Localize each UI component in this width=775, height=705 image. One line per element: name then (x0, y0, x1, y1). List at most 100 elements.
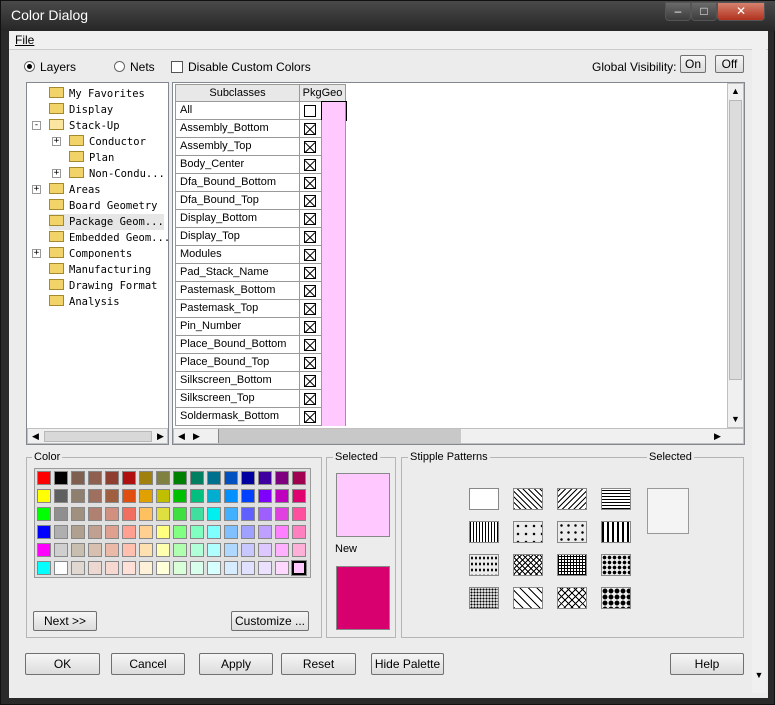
pkggeo-column-header[interactable]: PkgGeo (299, 84, 346, 102)
visibility-checkbox[interactable] (304, 141, 316, 153)
color-swatch[interactable] (122, 561, 136, 575)
color-swatch[interactable] (122, 543, 136, 557)
color-swatch[interactable] (54, 507, 68, 521)
subclass-name[interactable]: Display_Bottom (175, 210, 300, 228)
color-swatch[interactable] (258, 525, 272, 539)
color-cell[interactable] (322, 246, 346, 264)
scroll-right-icon[interactable]: ▶ (189, 429, 204, 444)
visibility-checkbox[interactable] (304, 213, 316, 225)
subclass-name[interactable]: Modules (175, 246, 300, 264)
color-swatch[interactable] (292, 489, 306, 503)
tree-expander-icon[interactable]: + (32, 185, 41, 194)
color-swatch[interactable] (190, 489, 204, 503)
tree-node[interactable]: Display (49, 102, 113, 118)
color-swatch[interactable] (88, 471, 102, 485)
scroll-down-icon[interactable]: ▼ (728, 412, 743, 427)
color-cell[interactable] (322, 138, 346, 156)
stipple-pattern-swatch[interactable] (601, 488, 631, 510)
color-swatch[interactable] (224, 543, 238, 557)
tree-node[interactable]: Areas (49, 182, 101, 198)
color-swatch[interactable] (37, 543, 51, 557)
color-swatch[interactable] (224, 561, 238, 575)
color-swatch[interactable] (88, 507, 102, 521)
cancel-button[interactable]: Cancel (111, 653, 185, 675)
next-palette-button[interactable]: Next >> (33, 611, 97, 631)
color-cell[interactable] (322, 156, 346, 174)
color-cell[interactable] (322, 408, 346, 426)
color-swatch[interactable] (292, 525, 306, 539)
color-swatch[interactable] (71, 525, 85, 539)
color-swatch[interactable] (207, 561, 221, 575)
hide-palette-button[interactable]: Hide Palette (371, 653, 444, 675)
color-swatch[interactable] (139, 561, 153, 575)
visibility-checkbox[interactable] (304, 321, 316, 333)
color-swatch[interactable] (275, 507, 289, 521)
subclass-name[interactable]: Assembly_Bottom (175, 120, 300, 138)
color-swatch[interactable] (207, 471, 221, 485)
color-swatch[interactable] (105, 489, 119, 503)
color-swatch[interactable] (156, 471, 170, 485)
color-swatch[interactable] (71, 471, 85, 485)
grid-horizontal-scrollbar[interactable]: ◀ ▶ ▶ (173, 428, 744, 444)
color-swatch[interactable] (258, 543, 272, 557)
color-swatch[interactable] (54, 525, 68, 539)
subclass-name[interactable]: Dfa_Bound_Bottom (175, 174, 300, 192)
subclass-name[interactable]: Soldermask_Bottom (175, 408, 300, 426)
stipple-pattern-swatch[interactable] (557, 554, 587, 576)
color-swatch[interactable] (258, 471, 272, 485)
stipple-pattern-swatch[interactable] (557, 488, 587, 510)
color-swatch[interactable] (139, 489, 153, 503)
color-swatch[interactable] (190, 525, 204, 539)
layers-radio[interactable] (24, 61, 35, 72)
visibility-checkbox[interactable] (304, 303, 316, 315)
color-swatch[interactable] (173, 507, 187, 521)
color-swatch[interactable] (224, 471, 238, 485)
tree-node[interactable]: Non-Condu... (69, 166, 165, 182)
color-swatch[interactable] (105, 525, 119, 539)
color-swatch[interactable] (54, 471, 68, 485)
color-swatch[interactable] (37, 471, 51, 485)
color-swatch[interactable] (156, 561, 170, 575)
color-swatch[interactable] (156, 543, 170, 557)
reset-button[interactable]: Reset (281, 653, 356, 675)
subclass-name[interactable]: Dfa_Bound_Top (175, 192, 300, 210)
tree-expander-icon[interactable]: + (32, 249, 41, 258)
stipple-pattern-swatch[interactable] (469, 488, 499, 510)
scroll-down-icon[interactable]: ▼ (752, 668, 766, 683)
scroll-left-icon[interactable]: ◀ (174, 429, 189, 444)
color-swatch[interactable] (291, 560, 307, 576)
color-cell[interactable] (322, 300, 346, 318)
color-cell[interactable] (322, 318, 346, 336)
subclasses-column-header[interactable]: Subclasses (175, 84, 300, 102)
color-swatch[interactable] (54, 543, 68, 557)
color-swatch[interactable] (190, 561, 204, 575)
color-swatch[interactable] (88, 561, 102, 575)
color-cell[interactable] (322, 120, 346, 138)
color-cell[interactable] (322, 228, 346, 246)
help-button[interactable]: Help (670, 653, 744, 675)
stipple-pattern-swatch[interactable] (469, 554, 499, 576)
grid-vertical-scrollbar[interactable]: ▲ ▼ (727, 83, 744, 428)
close-icon[interactable]: ✕ (717, 2, 765, 21)
color-swatch[interactable] (71, 561, 85, 575)
color-cell[interactable] (322, 174, 346, 192)
color-swatch[interactable] (292, 507, 306, 521)
color-swatch[interactable] (241, 471, 255, 485)
tree-node[interactable]: Plan (69, 150, 114, 166)
color-swatch[interactable] (122, 525, 136, 539)
visibility-checkbox[interactable] (304, 285, 316, 297)
tree-expander-icon[interactable]: + (52, 137, 61, 146)
color-cell[interactable] (322, 264, 346, 282)
color-swatch[interactable] (173, 561, 187, 575)
color-swatch[interactable] (88, 489, 102, 503)
subclass-name[interactable]: Pin_Number (175, 318, 300, 336)
color-swatch[interactable] (139, 543, 153, 557)
subclass-name[interactable]: All (175, 102, 300, 120)
color-swatch[interactable] (275, 471, 289, 485)
color-swatch[interactable] (207, 525, 221, 539)
color-swatch[interactable] (275, 543, 289, 557)
color-swatch[interactable] (275, 489, 289, 503)
visibility-checkbox[interactable] (304, 159, 316, 171)
global-visibility-on-button[interactable]: On (680, 55, 706, 73)
color-swatch[interactable] (173, 543, 187, 557)
